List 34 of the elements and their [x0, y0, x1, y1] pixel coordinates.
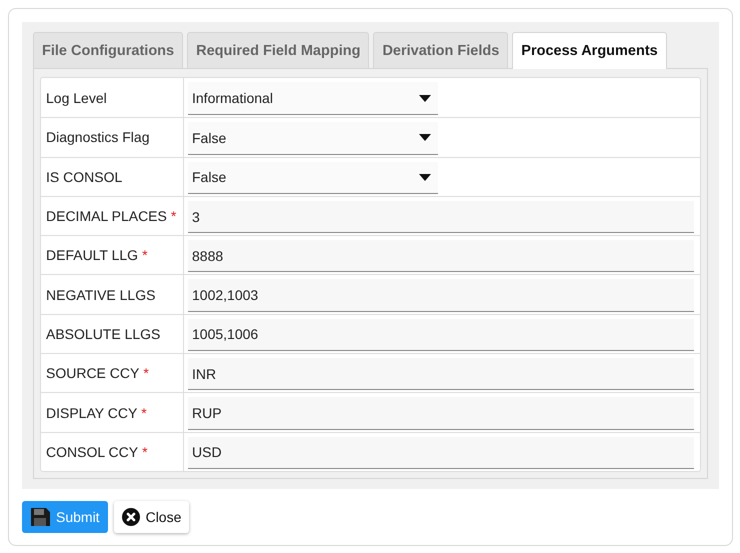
- input-field[interactable]: 8888: [188, 240, 694, 272]
- dropdown-field[interactable]: False: [188, 162, 438, 194]
- input-field[interactable]: 1002,1003: [188, 279, 694, 312]
- required-mark: *: [141, 404, 147, 421]
- required-mark: *: [142, 247, 148, 264]
- field-label: NEGATIVE LLGS: [46, 286, 156, 303]
- close-button[interactable]: Close: [114, 501, 190, 533]
- field-label: IS CONSOL: [46, 168, 122, 185]
- tab[interactable]: Process Arguments: [512, 32, 667, 69]
- input-field[interactable]: USD: [188, 436, 694, 469]
- required-mark: *: [142, 444, 148, 460]
- input-field[interactable]: 1005,1006: [188, 318, 694, 352]
- field-label: DEFAULT LLG: [46, 247, 138, 264]
- tab[interactable]: Required Field Mapping: [187, 32, 370, 68]
- field-label: CONSOL CCY: [46, 444, 138, 460]
- caret-icon: [419, 134, 431, 142]
- caret-icon: [419, 174, 431, 181]
- field-label: Diagnostics Flag: [46, 129, 150, 146]
- dropdown-field[interactable]: False: [188, 122, 438, 155]
- input-field[interactable]: 3: [188, 200, 694, 234]
- field-label: SOURCE CCY: [46, 365, 140, 382]
- tab[interactable]: File Configurations: [33, 32, 184, 68]
- required-mark: *: [143, 365, 149, 382]
- required-mark: *: [170, 208, 176, 224]
- caret-icon: [419, 94, 431, 102]
- close-icon: [122, 508, 140, 526]
- field-label: ABSOLUTE LLGS: [46, 326, 160, 342]
- tab[interactable]: Derivation Fields: [373, 32, 508, 68]
- input-field[interactable]: RUP: [188, 397, 694, 430]
- field-label: Log Level: [46, 90, 107, 106]
- field-label: DECIMAL PLACES: [46, 208, 167, 224]
- dropdown-field[interactable]: Informational: [188, 82, 438, 116]
- input-field[interactable]: INR: [188, 358, 694, 390]
- field-label: DISPLAY CCY: [46, 404, 138, 421]
